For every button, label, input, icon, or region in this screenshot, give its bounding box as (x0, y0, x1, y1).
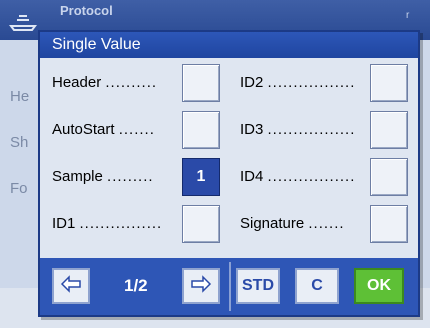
left-item-3-label: Sample (52, 168, 103, 185)
next-page-button[interactable] (182, 268, 220, 304)
header-checkbox[interactable] (182, 64, 220, 102)
right-item-4-label: Signature (240, 215, 305, 232)
right-item-2-dots: ................. (267, 121, 356, 138)
left-item-1: Header .......... (52, 74, 157, 91)
dialog-toolbar: 1/2 STD C OK (40, 258, 418, 315)
id3-checkbox[interactable] (370, 111, 408, 149)
right-item-2: ID3 ................. (240, 121, 355, 138)
right-item-1-label: ID2 (240, 74, 264, 91)
background-label-2: Sh (10, 134, 29, 151)
left-item-3: Sample ......... (52, 168, 154, 185)
autostart-checkbox[interactable] (182, 111, 220, 149)
signature-checkbox[interactable] (370, 205, 408, 243)
arrow-left-icon (60, 274, 82, 298)
left-item-2: AutoStart ....... (52, 121, 155, 138)
right-item-3-label: ID4 (240, 168, 264, 185)
page-indicator: 1/2 (124, 276, 148, 295)
left-item-1-dots: .......... (105, 74, 158, 91)
toolbar-separator (229, 262, 231, 311)
right-item-4: Signature ....... (240, 215, 345, 232)
std-button[interactable]: STD (236, 268, 280, 304)
left-item-4: ID1 ................ (52, 215, 162, 232)
id4-checkbox[interactable] (370, 158, 408, 196)
sample-checkbox[interactable]: 1 (182, 158, 220, 196)
arrow-right-icon (190, 274, 212, 298)
id2-checkbox[interactable] (370, 64, 408, 102)
left-item-4-label: ID1 (52, 215, 76, 232)
left-item-3-dots: ......... (107, 168, 154, 185)
scale-icon (8, 6, 38, 34)
right-item-4-dots: ....... (308, 215, 345, 232)
left-item-2-dots: ....... (118, 121, 155, 138)
left-item-4-dots: ................ (79, 215, 163, 232)
right-item-3: ID4 ................. (240, 168, 355, 185)
background-title: Protocol (60, 3, 113, 18)
clear-button[interactable]: C (295, 268, 339, 304)
background-label-3: Fo (10, 180, 28, 197)
left-item-2-label: AutoStart (52, 121, 115, 138)
right-item-1: ID2 ................. (240, 74, 355, 91)
id1-checkbox[interactable] (182, 205, 220, 243)
previous-page-button[interactable] (52, 268, 90, 304)
right-item-1-dots: ................. (267, 74, 356, 91)
right-item-3-dots: ................. (267, 168, 356, 185)
right-item-2-label: ID3 (240, 121, 264, 138)
background-label-1: He (10, 88, 30, 105)
dialog-title: Single Value (40, 32, 418, 58)
left-item-1-label: Header (52, 74, 102, 91)
background-right-text: r (406, 10, 410, 21)
single-value-dialog: Single Value Header .......... AutoStart… (38, 30, 420, 317)
ok-button[interactable]: OK (354, 268, 404, 304)
